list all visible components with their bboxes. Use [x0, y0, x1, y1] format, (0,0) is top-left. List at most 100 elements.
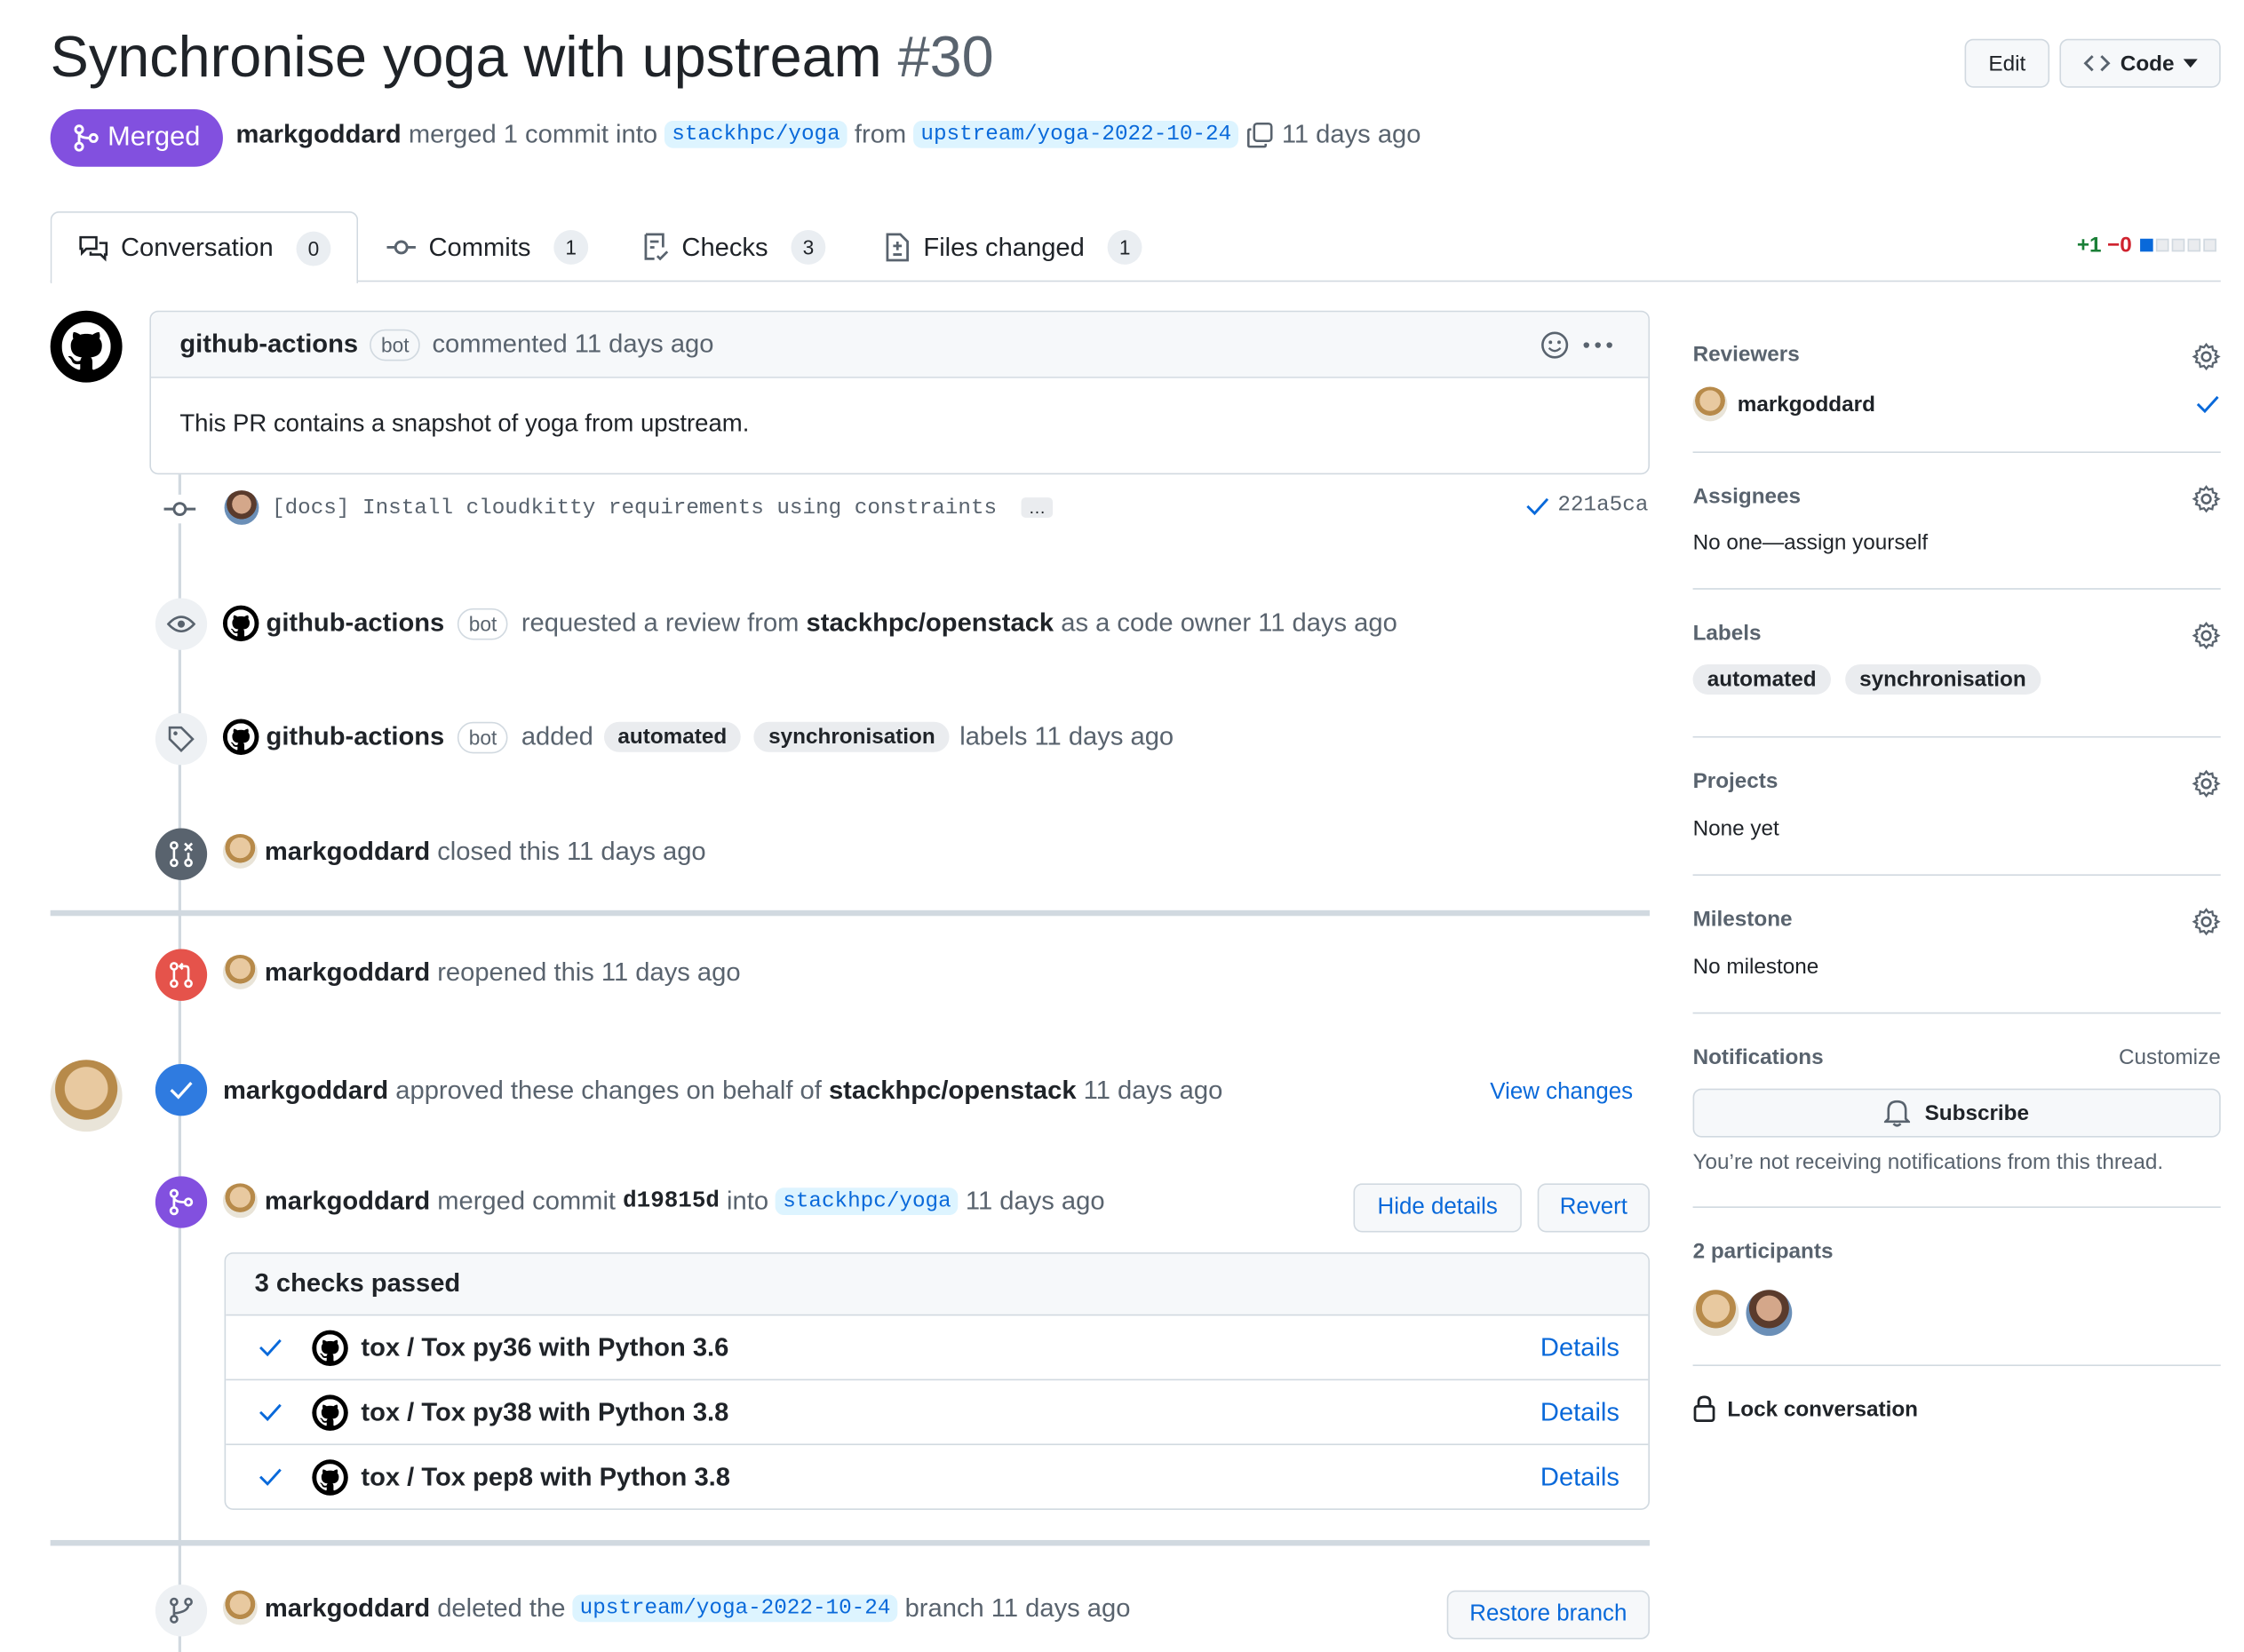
- check-row: tox / Tox pep8 with Python 3.8 Details: [226, 1443, 1649, 1508]
- sidebar-divider: [1692, 1206, 2221, 1208]
- event-closed: markgoddard closed this 11 days ago: [222, 834, 706, 869]
- check-icon: [1526, 497, 1549, 515]
- comment-author[interactable]: github-actions: [179, 330, 358, 360]
- team-link[interactable]: stackhpc/openstack: [829, 1076, 1077, 1106]
- event-tag-icon-wrap: [155, 713, 208, 766]
- sidebar-divider: [1692, 451, 2221, 453]
- commit-node: [161, 494, 199, 524]
- avatar[interactable]: [222, 1183, 258, 1219]
- hide-details-button[interactable]: Hide details: [1353, 1183, 1522, 1233]
- participant-avatar[interactable]: [1692, 1290, 1739, 1337]
- commit-sha[interactable]: 221a5ca: [1557, 493, 1648, 518]
- avatar[interactable]: [1692, 386, 1728, 422]
- actor-link[interactable]: markgoddard: [265, 957, 430, 987]
- check-icon: [259, 1338, 282, 1357]
- event-reopened: markgoddard reopened this 11 days ago: [222, 955, 741, 989]
- copy-icon[interactable]: [1245, 120, 1274, 148]
- actor-link[interactable]: markgoddard: [223, 1076, 388, 1106]
- pr-meta: markgoddard merged 1 commit into stackhp…: [235, 119, 1421, 149]
- check-name: tox / Tox py36 with Python 3.6: [361, 1332, 729, 1362]
- tab-files-changed[interactable]: Files changed 1: [883, 211, 1142, 283]
- check-details-link[interactable]: Details: [1540, 1332, 1619, 1362]
- label-automated[interactable]: automated: [1692, 663, 1831, 695]
- subscribe-button[interactable]: Subscribe: [1692, 1088, 2221, 1138]
- gear-icon[interactable]: [2192, 621, 2221, 650]
- sidebar-assignees: Assignees No one—assign yourself: [1693, 485, 2221, 557]
- edit-button[interactable]: Edit: [1964, 38, 2050, 88]
- base-branch[interactable]: stackhpc/yoga: [664, 120, 847, 148]
- sidebar-labels: Labels automated synchronisation: [1692, 621, 2221, 707]
- gear-icon[interactable]: [2192, 908, 2221, 936]
- label-synchronisation[interactable]: synchronisation: [1844, 663, 2041, 695]
- event-branch-deleted: markgoddard deleted the upstream/yoga-20…: [222, 1590, 1130, 1625]
- code-icon: [2083, 55, 2111, 72]
- actor-link[interactable]: github-actions: [267, 608, 445, 639]
- actor-link[interactable]: markgoddard: [265, 1592, 430, 1623]
- participant-avatar[interactable]: [1746, 1290, 1793, 1337]
- github-small-avatar[interactable]: [222, 605, 259, 642]
- customize-link[interactable]: Customize: [2119, 1045, 2221, 1070]
- sidebar-reviewers: Reviewers markgoddard: [1692, 342, 2221, 428]
- merge-commit-sha[interactable]: d19815d: [623, 1187, 720, 1213]
- avatar[interactable]: [222, 955, 258, 989]
- event-merged: markgoddard merged commit d19815d into s…: [222, 1183, 1105, 1219]
- reviewer-large-avatar[interactable]: [50, 1060, 123, 1132]
- github-logo-icon: [316, 1463, 344, 1490]
- avatar[interactable]: [222, 1590, 258, 1625]
- github-logo-icon: [227, 609, 255, 637]
- gear-icon[interactable]: [2192, 769, 2221, 798]
- restore-branch-button[interactable]: Restore branch: [1446, 1590, 1650, 1640]
- pr-number: #30: [897, 26, 994, 90]
- github-avatar[interactable]: [50, 310, 123, 383]
- assign-yourself-link[interactable]: No one—assign yourself: [1693, 530, 1929, 555]
- checks-header: 3 checks passed: [226, 1253, 1649, 1314]
- head-branch[interactable]: upstream/yoga-2022-10-24: [913, 120, 1239, 148]
- sidebar-participants: 2 participants: [1692, 1240, 2221, 1340]
- kebab-horizontal-icon[interactable]: [1582, 341, 1614, 350]
- pr-reopened-icon: [170, 962, 193, 989]
- code-button[interactable]: Code: [2059, 38, 2221, 88]
- actor-link[interactable]: github-actions: [267, 722, 445, 752]
- commit-icon: [163, 502, 196, 517]
- github-logo-icon: [61, 322, 111, 370]
- merged-branch[interactable]: stackhpc/yoga: [776, 1187, 959, 1215]
- event-review-requested: github-actions bot requested a review fr…: [222, 605, 1397, 642]
- pr-author[interactable]: markgoddard: [236, 119, 402, 149]
- checklist-icon: [644, 233, 669, 261]
- deleted-branch[interactable]: upstream/yoga-2022-10-24: [572, 1593, 898, 1622]
- timeline-break: [50, 1539, 1650, 1546]
- label-automated[interactable]: automated: [603, 721, 742, 752]
- sidebar-divider: [1692, 735, 2221, 738]
- page-title: Synchronise yoga with upstream #30: [51, 26, 994, 91]
- tab-checks[interactable]: Checks 3: [641, 211, 826, 283]
- reviewer-name[interactable]: markgoddard: [1738, 392, 1875, 417]
- view-changes-link[interactable]: View changes: [1490, 1080, 1633, 1106]
- check-row: tox / Tox py38 with Python 3.8 Details: [226, 1378, 1649, 1444]
- gear-icon[interactable]: [2192, 485, 2221, 513]
- smiley-icon[interactable]: [1540, 330, 1569, 359]
- avatar[interactable]: [222, 834, 258, 869]
- lock-conversation-link[interactable]: Lock conversation: [1693, 1394, 2221, 1423]
- check-details-link[interactable]: Details: [1540, 1397, 1619, 1427]
- commit-message[interactable]: [docs] Install cloudkitty requirements u…: [272, 496, 997, 520]
- github-small-avatar[interactable]: [222, 719, 259, 755]
- actor-link[interactable]: markgoddard: [265, 836, 430, 866]
- check-name: tox / Tox py38 with Python 3.8: [361, 1396, 729, 1426]
- avatar[interactable]: [224, 490, 259, 525]
- revert-button[interactable]: Revert: [1537, 1183, 1650, 1233]
- event-eye-icon-wrap: [155, 598, 208, 650]
- diffstat-blocks: [2140, 238, 2217, 252]
- bot-badge: bot: [457, 720, 509, 753]
- tab-commits[interactable]: Commits 1: [386, 211, 589, 283]
- label-synchronisation[interactable]: synchronisation: [753, 721, 950, 752]
- github-logo-icon: [227, 723, 255, 751]
- lock-icon: [1693, 1395, 1715, 1422]
- actor-link[interactable]: markgoddard: [265, 1186, 430, 1216]
- team-link[interactable]: stackhpc/openstack: [807, 608, 1054, 639]
- gear-icon[interactable]: [2192, 342, 2221, 371]
- diffstat: +1 −0: [2077, 233, 2217, 258]
- tab-conversation[interactable]: Conversation 0: [50, 210, 359, 283]
- commit-expand-button[interactable]: …: [1021, 497, 1054, 518]
- check-details-link[interactable]: Details: [1540, 1462, 1619, 1492]
- caret-down-icon: [2183, 59, 2198, 68]
